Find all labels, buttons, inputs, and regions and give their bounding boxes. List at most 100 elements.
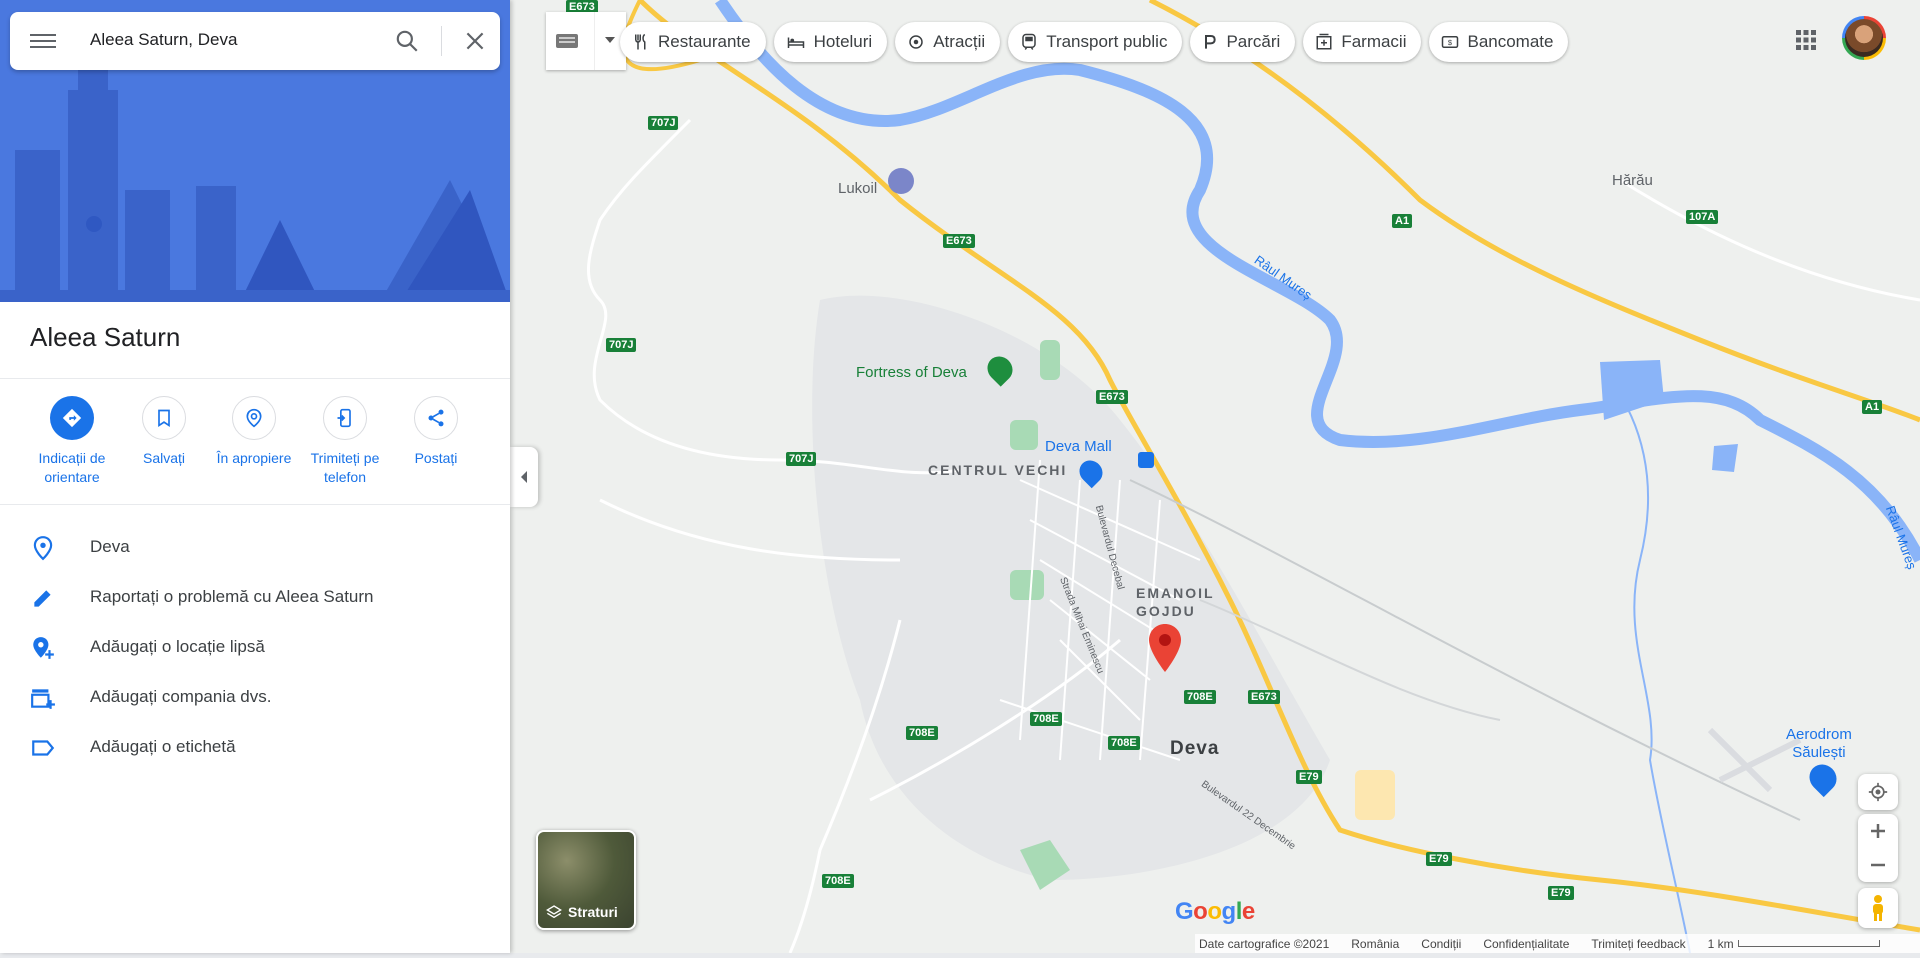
chevron-left-icon — [521, 471, 527, 483]
road-shield: 708E — [1108, 736, 1140, 750]
pegman-icon — [1873, 895, 1883, 921]
place-actions: Indicații de orientare Salvați În apropi… — [0, 396, 510, 506]
chip-attractions[interactable]: Atracții — [895, 22, 1001, 62]
road-shield: E79 — [1426, 852, 1452, 866]
chip-label: Atracții — [933, 32, 986, 51]
selected-location-pin-icon[interactable] — [1148, 624, 1182, 672]
road-shield: E673 — [943, 234, 975, 248]
scale-text: 1 km — [1707, 936, 1734, 951]
list-item-add-location[interactable]: Adăugați o locație lipsă — [0, 622, 510, 672]
transit-stop-icon[interactable] — [1138, 452, 1154, 468]
place-details-panel: Aleea Saturn, Deva Aleea Saturn Indicați… — [0, 0, 510, 953]
road-shield: E673 — [1248, 690, 1280, 704]
nearby-icon — [246, 408, 262, 428]
country-link[interactable]: România — [1351, 937, 1399, 951]
privacy-link[interactable]: Confidențialitate — [1483, 937, 1569, 951]
layers-icon — [546, 905, 562, 919]
list-item-add-business[interactable]: Adăugați compania dvs. — [0, 672, 510, 722]
road-shield: 707J — [606, 338, 637, 352]
save-label: Salvați — [142, 450, 186, 466]
transit-icon — [1022, 33, 1036, 50]
road-shield: 708E — [1184, 690, 1216, 704]
street-view-pegman[interactable] — [1858, 888, 1898, 928]
input-tools-button[interactable] — [546, 12, 626, 70]
send-to-phone-label: Trimiteți pe telefon — [310, 450, 380, 485]
road-shield: A1 — [1392, 214, 1413, 228]
parking-icon — [1205, 35, 1217, 49]
avatar[interactable] — [1842, 16, 1886, 60]
chip-label: Parcări — [1226, 32, 1281, 51]
attractions-icon — [909, 35, 923, 49]
feedback-link[interactable]: Trimiteți feedback — [1591, 937, 1685, 951]
directions-button[interactable]: Indicații de orientare — [26, 396, 118, 487]
category-chips: Restaurante Hoteluri Atracții Transport … — [620, 22, 1569, 62]
list-item-label: Raportați o problemă cu Aleea Saturn — [90, 587, 374, 606]
share-label: Postați — [414, 450, 458, 466]
avatar-photo — [1845, 19, 1883, 57]
chip-parking[interactable]: Parcări — [1190, 22, 1296, 62]
chip-label: Farmacii — [1341, 32, 1407, 51]
google-apps-icon[interactable] — [1794, 28, 1818, 52]
list-item-label: Deva — [90, 537, 130, 556]
road-shield: E79 — [1548, 886, 1574, 900]
poi-deva-mall[interactable]: Deva Mall — [1045, 438, 1112, 455]
chip-public-transport[interactable]: Transport public — [1008, 22, 1183, 62]
google-logo: Google — [1175, 898, 1255, 925]
zoom-in-button[interactable] — [1858, 814, 1898, 848]
chip-restaurants[interactable]: Restaurante — [620, 22, 766, 62]
my-location-button[interactable] — [1858, 774, 1898, 810]
map-data-attribution: Date cartografice ©2021 — [1199, 936, 1330, 951]
svg-text:$: $ — [1448, 38, 1453, 47]
layers-button[interactable]: Straturi — [536, 830, 636, 930]
road-shield: 708E — [906, 726, 938, 740]
restaurant-icon — [635, 33, 646, 50]
place-info-list: Deva Raportați o problemă cu Aleea Satur… — [0, 522, 510, 772]
share-button[interactable]: Postați — [390, 396, 482, 468]
road-shield: 707J — [648, 116, 679, 130]
directions-icon — [62, 408, 82, 428]
layers-label: Straturi — [568, 904, 618, 920]
poi-lukoil[interactable]: Lukoil — [838, 180, 877, 197]
list-item-label: Adăugați compania dvs. — [90, 687, 272, 706]
add-business-icon — [31, 689, 55, 709]
road-shield: E79 — [1296, 770, 1322, 784]
poi-aerodrom-saulesti[interactable]: Aerodrom Săulești — [1786, 726, 1852, 762]
poi-fortress-of-deva[interactable]: Fortress of Deva — [856, 364, 967, 381]
divider — [0, 504, 510, 505]
terms-link[interactable]: Condiții — [1421, 937, 1461, 951]
chip-label: Bancomate — [1467, 32, 1554, 51]
scale-bar — [1737, 940, 1880, 947]
list-item-location[interactable]: Deva — [0, 522, 510, 572]
my-location-icon — [1868, 782, 1888, 802]
village-harau[interactable]: Hărău — [1612, 172, 1653, 189]
list-item-add-label[interactable]: Adăugați o etichetă — [0, 722, 510, 772]
atm-icon: $ — [1442, 36, 1459, 48]
chip-atms[interactable]: $ Bancomate — [1429, 22, 1569, 62]
chip-pharmacies[interactable]: Farmacii — [1303, 22, 1422, 62]
chip-hotels[interactable]: Hoteluri — [773, 22, 888, 62]
save-button[interactable]: Salvați — [118, 396, 210, 468]
zoom-out-button[interactable] — [1858, 848, 1898, 882]
collapse-panel-button[interactable] — [510, 447, 538, 507]
chevron-down-icon — [605, 37, 615, 43]
gas-station-icon[interactable] — [888, 168, 914, 194]
nearby-label: În apropiere — [216, 450, 292, 466]
directions-label: Indicații de orientare — [38, 450, 106, 485]
phone-icon — [337, 408, 351, 428]
scale-label[interactable]: 1 km — [1708, 937, 1880, 951]
close-icon[interactable] — [462, 28, 488, 54]
city-deva[interactable]: Deva — [1170, 738, 1219, 760]
nearby-button[interactable]: În apropiere — [208, 396, 300, 468]
road-shield: E673 — [1096, 390, 1128, 404]
send-to-phone-button[interactable]: Trimiteți pe telefon — [299, 396, 391, 487]
road-shield: A1 — [1862, 400, 1883, 414]
menu-icon[interactable] — [30, 30, 56, 52]
place-title: Aleea Saturn — [30, 322, 181, 352]
bookmark-icon — [158, 409, 170, 428]
list-item-label: Adăugați o locație lipsă — [90, 637, 265, 656]
road-shield: 107A — [1686, 210, 1719, 224]
list-item-label: Adăugați o etichetă — [90, 737, 236, 756]
search-icon[interactable] — [394, 28, 420, 54]
list-item-report-problem[interactable]: Raportați o problemă cu Aleea Saturn — [0, 572, 510, 622]
search-input[interactable]: Aleea Saturn, Deva — [90, 30, 370, 50]
